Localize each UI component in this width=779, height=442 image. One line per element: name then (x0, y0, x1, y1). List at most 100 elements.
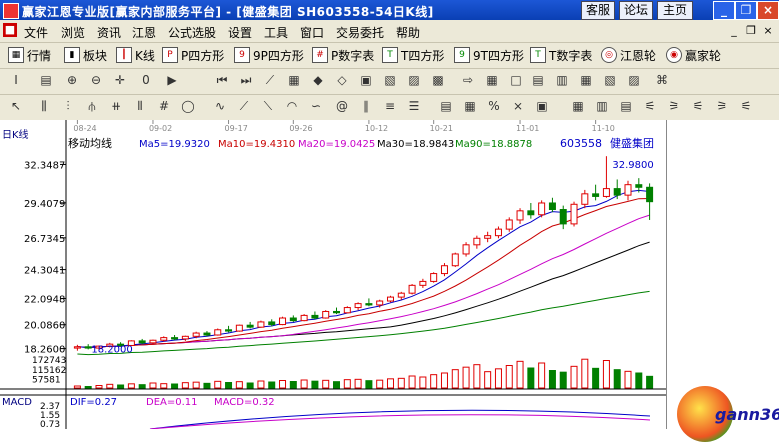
menu-settings[interactable]: 设置 (228, 24, 252, 41)
chart-panel[interactable]: 日K线 移动均线 Ma5=19.9320 Ma10=19.4310 Ma20=1… (0, 120, 666, 430)
hash-icon[interactable]: # (156, 98, 172, 114)
candle-body (430, 273, 438, 282)
flag-icon[interactable]: ▶ (164, 72, 180, 88)
ticks-icon[interactable]: ⫶ (60, 98, 76, 114)
font-icon[interactable]: Ⅰ (8, 72, 24, 88)
stairs4-icon[interactable]: ⚞ (714, 98, 730, 114)
tool-sectors[interactable]: ▮ 板块 (64, 46, 107, 64)
calendar-icon[interactable]: ▦ (570, 98, 586, 114)
stairs2-icon[interactable]: ⚞ (666, 98, 682, 114)
mdi-minimize-icon[interactable]: _ (727, 24, 741, 38)
boxes-icon[interactable]: ▦ (484, 72, 500, 88)
bars2-icon[interactable]: ▤ (618, 98, 634, 114)
table-icon: ▦ (8, 47, 24, 63)
ma20-line (77, 214, 650, 348)
value-icon[interactable]: 0 (138, 72, 154, 88)
shade-icon[interactable]: ▧ (382, 72, 398, 88)
lines2-icon[interactable]: ☰ (406, 98, 422, 114)
menu-tools[interactable]: 工具 (264, 24, 288, 41)
fan-icon[interactable]: ⟋ (262, 72, 278, 88)
candle-body (214, 329, 222, 336)
tool-kline[interactable]: ┃ K线 (116, 46, 155, 64)
close-icon[interactable]: × (757, 1, 779, 20)
menu-browse[interactable]: 浏览 (61, 24, 85, 41)
layout-icon[interactable]: ▤ (38, 72, 54, 88)
bars-icon[interactable]: ▥ (594, 98, 610, 114)
menu-info[interactable]: 资讯 (97, 24, 121, 41)
tool-quotes[interactable]: ▦ 行情 (8, 46, 51, 64)
grid4-icon[interactable]: ▦ (578, 72, 594, 88)
vlines-icon[interactable]: ⫼ (36, 98, 52, 114)
diamond-icon[interactable]: ◆ (310, 72, 326, 88)
volume-bar (138, 384, 146, 389)
square-icon[interactable]: □ (508, 72, 524, 88)
percent-icon[interactable]: % (486, 98, 502, 114)
wave-icon[interactable]: ∿ (212, 98, 228, 114)
menu-trade[interactable]: 交易委托 (336, 24, 384, 41)
sine-icon[interactable]: ∽ (308, 98, 324, 114)
diamond2-icon[interactable]: ◇ (334, 72, 350, 88)
menu-help[interactable]: 帮助 (396, 24, 420, 41)
parallel2-icon[interactable]: ∥ (358, 98, 374, 114)
maximize-icon[interactable]: ❐ (735, 1, 757, 20)
grid3-icon[interactable]: ▥ (554, 72, 570, 88)
tool-t-square[interactable]: T T四方形 (382, 46, 444, 64)
kline-chart[interactable]: 日K线 移动均线 Ma5=19.9320 Ma10=19.4310 Ma20=1… (0, 120, 666, 430)
tool-9t-square[interactable]: 9 9T四方形 (454, 46, 524, 64)
menu-file[interactable]: 文件 (24, 24, 48, 41)
volume-bar (505, 365, 513, 389)
volume-tick-label: 57581 (32, 375, 61, 385)
minimize-icon[interactable]: _ (713, 1, 735, 20)
arrow-right-icon[interactable]: ⇨ (460, 72, 476, 88)
grid5-icon[interactable]: ▧ (602, 72, 618, 88)
cube-icon[interactable]: ▣ (358, 72, 374, 88)
mdi-restore-icon[interactable]: ❐ (744, 24, 758, 38)
cursor-icon[interactable]: ↖ (8, 98, 24, 114)
cross-lines-icon[interactable]: ⧺ (108, 98, 124, 114)
stairs-icon[interactable]: ⚟ (642, 98, 658, 114)
homepage-button[interactable]: 主页 (657, 1, 693, 20)
fork-icon[interactable]: ⫛ (84, 98, 100, 114)
forum-button[interactable]: 论坛 (619, 1, 653, 20)
grid-icon[interactable]: ▦ (286, 72, 302, 88)
customer-service-button[interactable]: 客服 (581, 1, 615, 20)
hatch-icon[interactable]: ▨ (406, 72, 422, 88)
tool-p-square[interactable]: P P四方形 (162, 46, 224, 64)
lines-icon[interactable]: ≡ (382, 98, 398, 114)
zoom-in-icon[interactable]: ⊕ (64, 72, 80, 88)
volume-bar (635, 372, 643, 389)
candle-icon: ┃ (116, 47, 132, 63)
table-icon-2[interactable]: ▤ (438, 98, 454, 114)
candle-body (84, 346, 92, 349)
mdi-close-icon[interactable]: × (761, 24, 775, 38)
tool-9p-square[interactable]: 9 9P四方形 (234, 46, 304, 64)
menu-formula[interactable]: 公式选股 (168, 24, 216, 41)
box-icon[interactable]: ▩ (430, 72, 446, 88)
zoom-out-icon[interactable]: ⊖ (88, 72, 104, 88)
tool-gann-wheel[interactable]: ◎ 江恩轮 (601, 46, 656, 64)
menu-window[interactable]: 窗口 (300, 24, 324, 41)
parallel-icon[interactable]: ⫴ (132, 98, 148, 114)
cross-icon[interactable]: ⨯ (510, 98, 526, 114)
price-tick-label: 26.7345 (24, 234, 65, 245)
next-icon[interactable]: ⏭ (238, 72, 254, 88)
mosaic-icon[interactable]: ▦ (462, 98, 478, 114)
fan2-icon[interactable]: ⟋ (236, 98, 252, 114)
stairs5-icon[interactable]: ⚟ (738, 98, 754, 114)
volume-bar (451, 369, 459, 389)
grid2-icon[interactable]: ▤ (530, 72, 546, 88)
photo-icon[interactable]: ▣ (534, 98, 550, 114)
circle-icon[interactable]: ◯ (180, 98, 196, 114)
tool-p-table[interactable]: # P数字表 (312, 46, 374, 64)
stairs3-icon[interactable]: ⚟ (690, 98, 706, 114)
network-icon[interactable]: ⌘ (654, 72, 670, 88)
grid6-icon[interactable]: ▨ (626, 72, 642, 88)
fan3-icon[interactable]: ⟍ (260, 98, 276, 114)
spiral-icon[interactable]: @ (334, 98, 350, 114)
crosshair-icon[interactable]: ✛ (112, 72, 128, 88)
menu-gann[interactable]: 江恩 (132, 24, 156, 41)
tool-t-table[interactable]: T T数字表 (530, 46, 592, 64)
first-icon[interactable]: ⏮ (214, 72, 230, 88)
tool-winner-wheel[interactable]: ◉ 赢家轮 (666, 46, 721, 64)
arc-icon[interactable]: ◠ (284, 98, 300, 114)
